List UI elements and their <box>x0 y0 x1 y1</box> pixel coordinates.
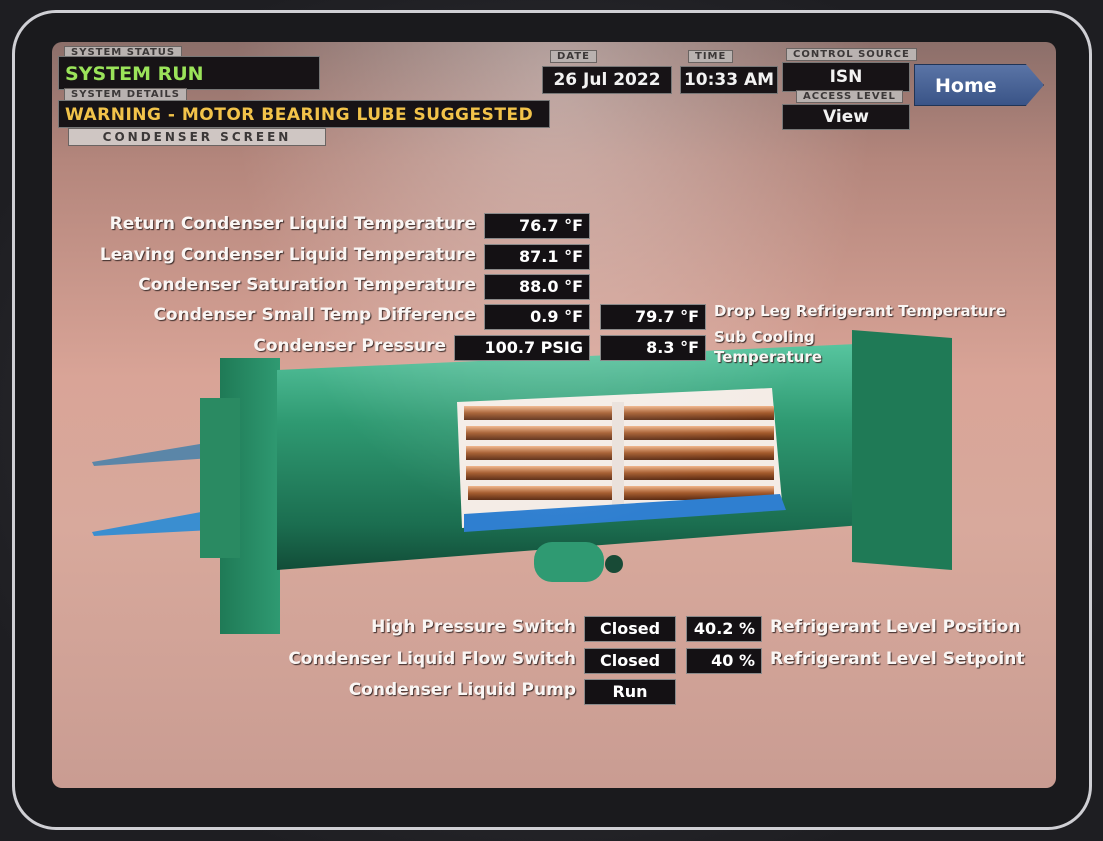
pressure-label: Condenser Pressure <box>253 336 446 356</box>
flow-switch-value: Closed <box>584 648 676 674</box>
flow-switch-label: Condenser Liquid Flow Switch <box>288 649 576 669</box>
time-value: 10:33 AM <box>680 66 778 94</box>
small-temp-diff-value: 0.9 °F <box>484 304 590 330</box>
control-source-label: CONTROL SOURCE <box>786 48 917 61</box>
refrigerant-level-setpoint-label: Refrigerant Level Setpoint <box>770 649 1025 669</box>
right-tube-sheet <box>852 330 952 570</box>
home-button[interactable]: Home <box>914 64 1044 106</box>
control-source-value: ISN <box>782 62 910 92</box>
condenser-vessel-illustration <box>92 330 952 634</box>
liquid-pump-graphic <box>534 542 623 582</box>
date-value: 26 Jul 2022 <box>542 66 672 94</box>
leaving-temp-value: 87.1 °F <box>484 244 590 270</box>
drop-leg-temp-value: 79.7 °F <box>600 304 706 330</box>
return-temp-label: Return Condenser Liquid Temperature <box>109 214 476 234</box>
small-temp-diff-label: Condenser Small Temp Difference <box>153 305 476 325</box>
nozzle-pipes <box>92 442 212 536</box>
liquid-pump-label: Condenser Liquid Pump <box>348 680 576 700</box>
drop-leg-temp-label: Drop Leg Refrigerant Temperature <box>714 302 1006 320</box>
access-level-value: View <box>782 104 910 130</box>
sub-cooling-label-line1: Sub Cooling <box>714 328 815 346</box>
sub-cooling-value: 8.3 °F <box>600 335 706 361</box>
high-pressure-switch-value: Closed <box>584 616 676 642</box>
system-details-value: WARNING - MOTOR BEARING LUBE SUGGESTED <box>58 100 550 128</box>
high-pressure-switch-label: High Pressure Switch <box>371 617 576 637</box>
pressure-value: 100.7 PSIG <box>454 335 590 361</box>
saturation-temp-value: 88.0 °F <box>484 274 590 300</box>
hmi-screen: SYSTEM STATUS SYSTEM RUN SYSTEM DETAILS … <box>52 42 1056 788</box>
date-label: DATE <box>550 50 597 63</box>
refrigerant-level-position-label: Refrigerant Level Position <box>770 617 1021 637</box>
refrigerant-level-setpoint-value: 40 % <box>686 648 762 674</box>
tube-bundle-cutaway <box>457 388 786 532</box>
screen-title: CONDENSER SCREEN <box>68 128 326 146</box>
system-status-value: SYSTEM RUN <box>58 56 320 90</box>
saturation-temp-label: Condenser Saturation Temperature <box>138 275 476 295</box>
access-level-label: ACCESS LEVEL <box>796 90 903 103</box>
sub-cooling-label-line2: Temperature <box>714 348 822 366</box>
water-box <box>200 398 240 558</box>
liquid-pump-value: Run <box>584 679 676 705</box>
time-label: TIME <box>688 50 734 63</box>
leaving-temp-label: Leaving Condenser Liquid Temperature <box>99 245 476 265</box>
return-temp-value: 76.7 °F <box>484 213 590 239</box>
refrigerant-level-position-value: 40.2 % <box>686 616 762 642</box>
